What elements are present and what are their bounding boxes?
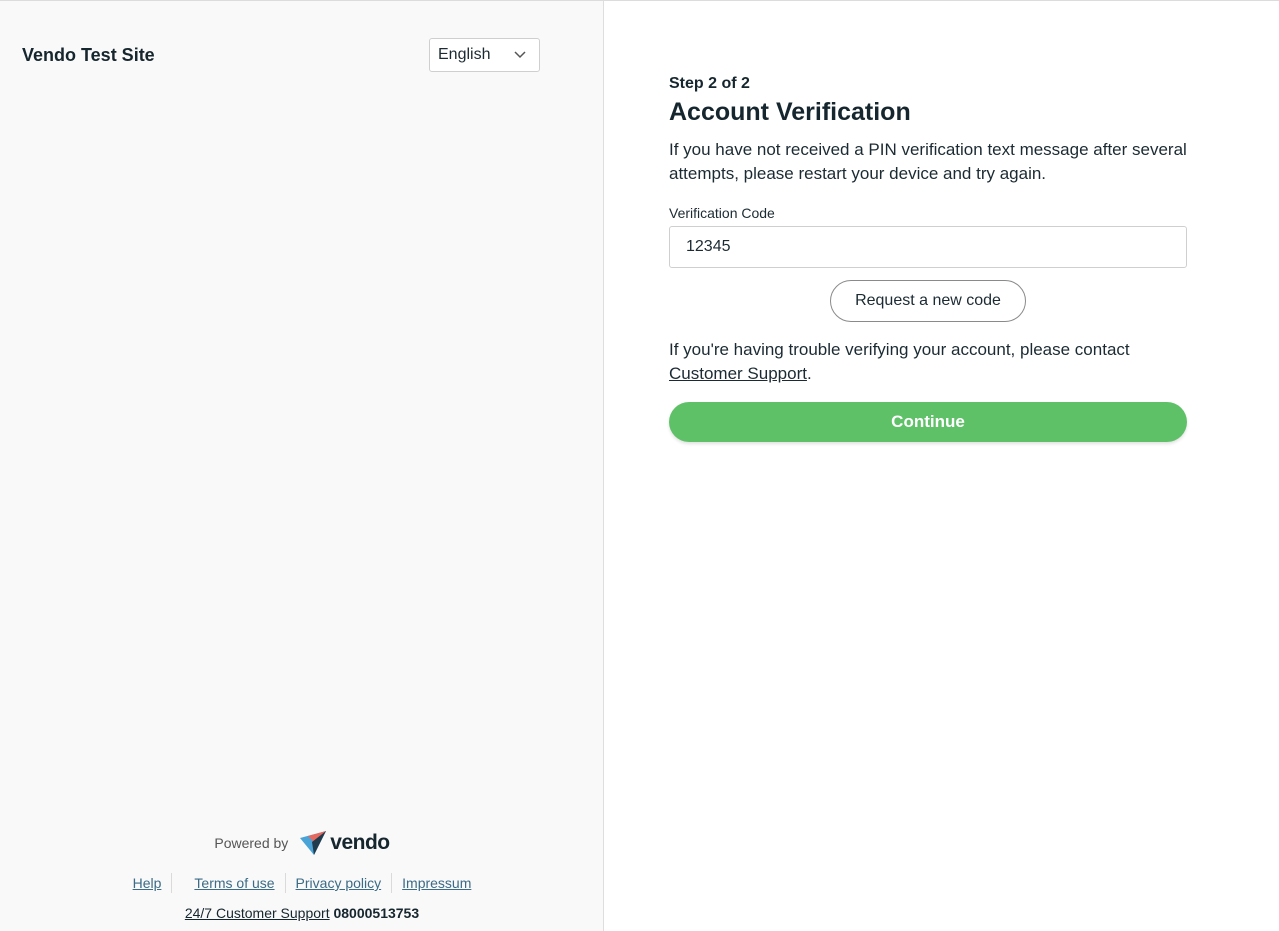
impressum-link[interactable]: Impressum (392, 875, 481, 891)
terms-link[interactable]: Terms of use (184, 875, 284, 891)
continue-button[interactable]: Continue (669, 402, 1187, 442)
customer-support-link[interactable]: Customer Support (669, 364, 807, 383)
support-line: 24/7 Customer Support 08000513753 (0, 905, 604, 921)
language-select[interactable]: English (429, 38, 540, 72)
step-indicator: Step 2 of 2 (669, 75, 750, 92)
language-select-value: English (438, 46, 491, 63)
request-new-code-button[interactable]: Request a new code (830, 280, 1026, 322)
powered-by-label: Powered by (214, 835, 289, 851)
vendo-logo-icon (300, 831, 327, 855)
site-title: Vendo Test Site (22, 45, 155, 65)
footer-divider (171, 873, 173, 893)
powered-by: Powered by vendo (0, 830, 604, 856)
support-phone: 08000513753 (333, 905, 420, 921)
trouble-text-body: If you're having trouble verifying your … (669, 340, 1130, 359)
chevron-down-icon (514, 51, 526, 59)
support-hotline-link[interactable]: 24/7 Customer Support (185, 905, 330, 921)
sidebar: Vendo Test Site English Powered by vendo… (0, 1, 604, 931)
privacy-link[interactable]: Privacy policy (286, 875, 392, 891)
footer-links: Help Terms of use Privacy policy Impress… (0, 873, 604, 893)
verification-code-input[interactable] (669, 226, 1187, 268)
trouble-text-end: . (806, 364, 812, 383)
help-link[interactable]: Help (123, 875, 172, 891)
intro-text: If you have not received a PIN verificat… (669, 140, 1187, 183)
verification-code-label: Verification Code (669, 205, 775, 221)
page-title: Account Verification (669, 98, 911, 126)
vendo-logo: vendo (298, 830, 390, 856)
vendo-wordmark: vendo (330, 831, 390, 854)
trouble-text: If you're having trouble verifying your … (669, 338, 1187, 386)
